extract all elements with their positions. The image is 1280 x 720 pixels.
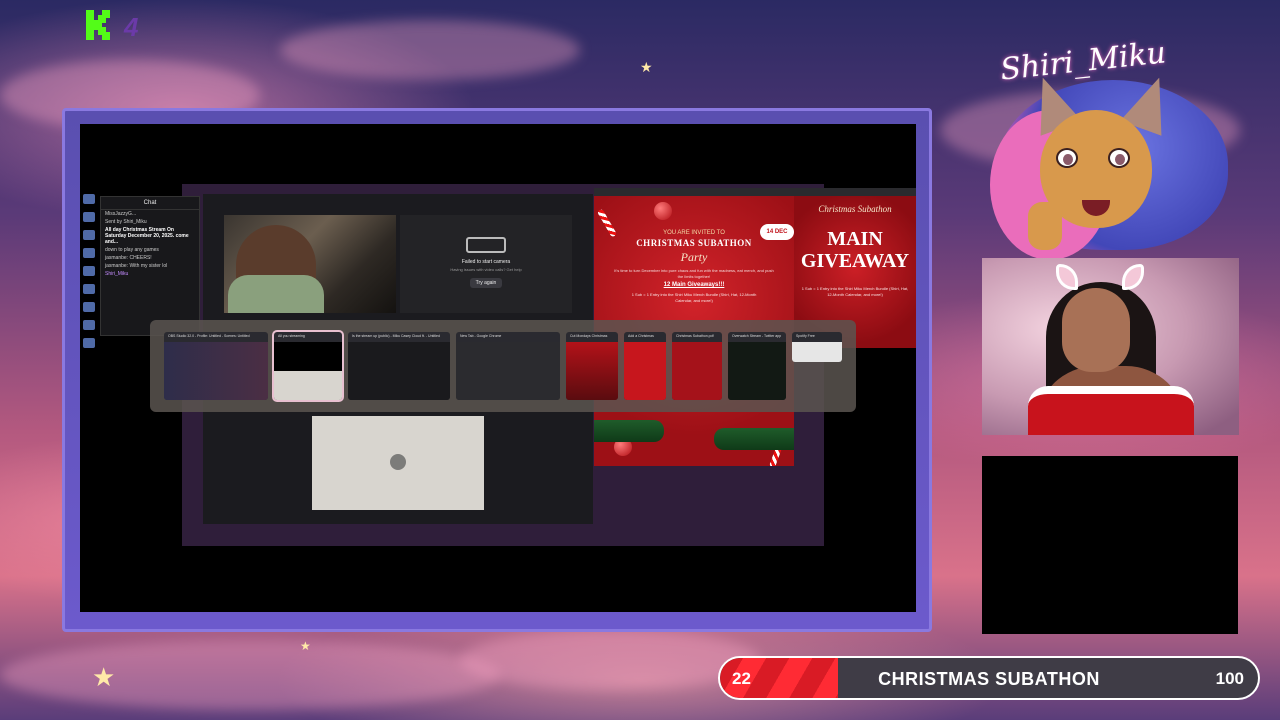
pine-branch bbox=[714, 428, 794, 450]
flyer-title: CHRISTMAS SUBATHON bbox=[636, 238, 752, 248]
chat-line: down to play any games bbox=[105, 247, 159, 253]
flyer-sub-rule: 1 Sub = 1 Entry into the Shiri Miku Merc… bbox=[631, 292, 757, 303]
subathon-progress-bar: 22 CHRISTMAS SUBATHON 100 bbox=[718, 656, 1260, 700]
giveaway-script: Christmas Subathon bbox=[818, 204, 892, 214]
webcam-headphone-ear bbox=[1122, 264, 1144, 290]
avatar-peace-hand bbox=[1028, 202, 1062, 250]
camera-failed-panel: Failed to start camera Having issues wit… bbox=[400, 215, 572, 313]
task-caption: Christmas Subathon.pdf bbox=[676, 334, 714, 338]
channel-logo: 4 bbox=[86, 10, 146, 44]
streamer-webcam bbox=[982, 258, 1239, 435]
remote-video-tile bbox=[312, 416, 484, 510]
task-caption: All you streaming bbox=[278, 334, 305, 338]
giveaway-sub-rule: 1 Sub = 1 Entry into the Shiri Miku Merc… bbox=[801, 286, 909, 297]
webcam-headphone-ear bbox=[1056, 264, 1078, 290]
flyer-date-badge: 14 DEC bbox=[760, 224, 794, 240]
task-caption: Is the stream up (public) - Miku Casey C… bbox=[352, 334, 440, 338]
desktop-app-icon[interactable] bbox=[83, 320, 95, 330]
giveaway-title: MAIN GIVEAWAY bbox=[800, 228, 910, 272]
chat-line: jasmanbe: CHEERS! bbox=[105, 255, 152, 261]
flyer-body: It's time to turn December into pure cha… bbox=[614, 268, 774, 279]
desktop-icon-column bbox=[80, 186, 98, 396]
desktop-app-icon[interactable] bbox=[83, 284, 95, 294]
flyer-giveaway-header: 12 Main Giveaways!!! bbox=[663, 282, 725, 288]
star-icon: ★ bbox=[92, 662, 116, 692]
task-caption: New Tab - Google Chrome bbox=[460, 334, 502, 338]
task-thumbnail[interactable]: Is the stream up (public) - Miku Casey C… bbox=[348, 332, 450, 400]
avatar-eye bbox=[1056, 148, 1078, 168]
task-thumbnail[interactable]: Add a Christmas bbox=[624, 332, 666, 400]
task-thumbnail[interactable]: Overwatch Stream - Twitter app bbox=[728, 332, 786, 400]
task-caption: Overwatch Stream - Twitter app bbox=[732, 334, 782, 338]
k-logo-icon bbox=[86, 10, 110, 40]
chat-panel: Chat MissJazzyG... Sent by Shiri_Miku Al… bbox=[100, 196, 200, 336]
task-thumbnail[interactable]: Christmas Subathon.pdf bbox=[672, 332, 722, 400]
subathon-title: CHRISTMAS SUBATHON bbox=[878, 669, 1100, 689]
desktop-app-icon[interactable] bbox=[83, 302, 95, 312]
try-again-button[interactable]: Try again bbox=[469, 278, 503, 288]
desktop-app-icon[interactable] bbox=[83, 266, 95, 276]
star-icon: ★ bbox=[300, 639, 311, 653]
logo-number: 4 bbox=[124, 12, 139, 42]
desktop-app-icon[interactable] bbox=[83, 338, 95, 348]
camera-off-icon bbox=[466, 237, 506, 253]
task-thumbnail[interactable]: Spotify Free bbox=[792, 332, 842, 362]
camera-preview bbox=[224, 215, 396, 313]
background-cloud bbox=[0, 640, 500, 710]
ornament-icon bbox=[654, 202, 672, 220]
task-thumbnail[interactable]: All you streaming bbox=[272, 330, 344, 402]
chat-line: Shiri_Miku bbox=[105, 271, 129, 277]
desktop-app-icon[interactable] bbox=[83, 230, 95, 240]
streamer-avatar-art: Shiri_Miku bbox=[990, 30, 1230, 260]
avatar-eye bbox=[1108, 148, 1130, 168]
star-icon: ★ bbox=[640, 59, 653, 75]
chat-line: All day Christmas Stream On Saturday Dec… bbox=[105, 227, 189, 245]
chat-title: Chat bbox=[101, 197, 199, 210]
task-caption: Add a Christmas bbox=[628, 334, 654, 338]
flyer-script: Party bbox=[680, 250, 708, 264]
loading-icon bbox=[390, 454, 406, 470]
task-thumbnail[interactable]: OBS Studio 32.0 - Profile: Untitled - Sc… bbox=[164, 332, 268, 400]
task-caption: Cut Mondays Christmas bbox=[570, 334, 608, 338]
person-shirt bbox=[228, 275, 324, 313]
desktop-app-icon[interactable] bbox=[83, 212, 95, 222]
camera-failed-message: Failed to start camera bbox=[461, 259, 511, 265]
webcam-face bbox=[1062, 288, 1130, 372]
chat-line: jasmanbe: With my sister lol bbox=[105, 263, 168, 269]
task-thumbnail[interactable]: Cut Mondays Christmas bbox=[566, 332, 618, 400]
pdf-toolbar[interactable] bbox=[794, 188, 916, 196]
pine-branch bbox=[594, 420, 664, 442]
task-caption: OBS Studio 32.0 - Profile: Untitled - Sc… bbox=[168, 334, 250, 338]
webcam-dress bbox=[1028, 386, 1194, 435]
desktop-app-icon[interactable] bbox=[83, 194, 95, 204]
pdf-toolbar[interactable] bbox=[594, 188, 794, 196]
task-switcher: OBS Studio 32.0 - Profile: Untitled - Sc… bbox=[150, 320, 856, 412]
task-thumbnail[interactable]: New Tab - Google Chrome bbox=[456, 332, 560, 400]
chat-line: MissJazzyG... bbox=[105, 211, 137, 217]
streamer-name: Shiri_Miku bbox=[998, 35, 1168, 88]
background-cloud bbox=[460, 630, 760, 690]
empty-source-box bbox=[982, 456, 1238, 634]
camera-failed-detail: Having issues with video calls? Get help bbox=[450, 267, 522, 272]
chat-line: Sent by Shiri_Miku bbox=[105, 219, 147, 225]
subathon-goal: 100 bbox=[1215, 669, 1244, 688]
background-cloud bbox=[280, 20, 580, 80]
desktop-app-icon[interactable] bbox=[83, 248, 95, 258]
task-caption: Spotify Free bbox=[796, 334, 815, 338]
